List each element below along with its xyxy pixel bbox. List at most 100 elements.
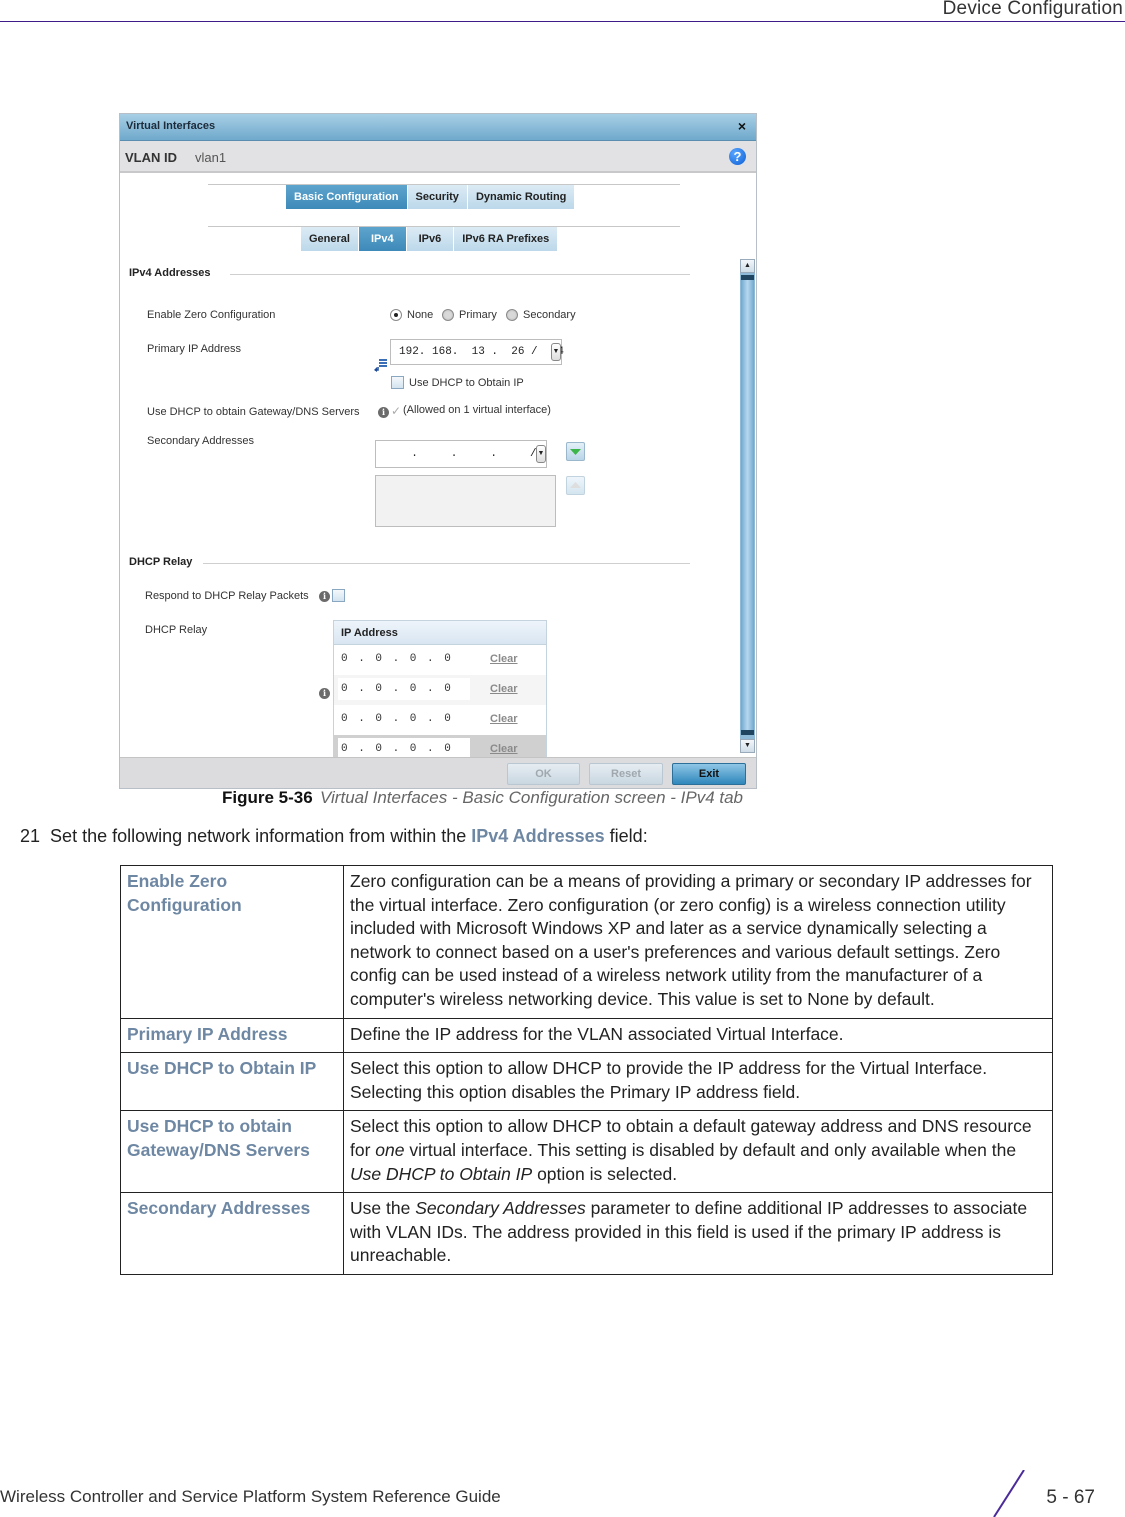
description-emphasis: Use DHCP to Obtain IP bbox=[350, 1163, 533, 1184]
page-header: Device Configuration bbox=[0, 0, 1125, 22]
parameter-name: Use DHCP to Obtain IP bbox=[120, 1052, 344, 1112]
exit-button[interactable]: Exit bbox=[672, 763, 746, 785]
radio-primary[interactable] bbox=[442, 309, 454, 321]
description-text: Use the bbox=[350, 1198, 416, 1219]
sub-tabs: General IPv4 IPv6 IPv6 RA Prefixes bbox=[301, 227, 559, 251]
guide-title: Wireless Controller and Service Platform… bbox=[0, 1487, 501, 1506]
tab-dynamic-routing[interactable]: Dynamic Routing bbox=[467, 185, 576, 209]
tab-ipv6-ra-prefixes[interactable]: IPv6 RA Prefixes bbox=[454, 227, 559, 251]
radio-secondary[interactable] bbox=[506, 309, 518, 321]
parameter-description: Define the IP address for the VLAN assoc… bbox=[343, 1017, 1053, 1054]
page-number: 5 - 67 bbox=[1046, 1487, 1095, 1508]
section-divider bbox=[203, 563, 690, 564]
description-emphasis: one bbox=[375, 1139, 405, 1160]
use-dhcp-label: Use DHCP to Obtain IP bbox=[409, 377, 524, 389]
scroll-down-icon[interactable]: ▼ bbox=[740, 739, 755, 753]
respond-relay-label: Respond to DHCP Relay Packets bbox=[145, 590, 309, 602]
green-down-arrow-icon bbox=[570, 449, 581, 455]
parameter-name: Secondary Addresses bbox=[120, 1192, 344, 1275]
vlan-bar: VLAN ID vlan1 ? bbox=[120, 141, 756, 173]
info-icon: i bbox=[319, 688, 330, 699]
clear-link[interactable]: Clear bbox=[490, 743, 518, 755]
tab-security[interactable]: Security bbox=[407, 185, 468, 209]
scrollbar-thumb[interactable] bbox=[741, 275, 754, 735]
use-dhcp-checkbox[interactable] bbox=[391, 376, 404, 389]
step-text: Set the following network information fr… bbox=[50, 826, 472, 846]
dhcp-relay-section-title: DHCP Relay bbox=[129, 556, 193, 568]
description-emphasis: Secondary Addresses bbox=[415, 1198, 586, 1219]
add-down-arrow-button[interactable] bbox=[566, 442, 585, 461]
table-row[interactable]: 0 . 0 . 0 . 0 Clear bbox=[334, 705, 546, 735]
respond-relay-checkbox[interactable] bbox=[332, 589, 345, 602]
ok-button[interactable]: OK bbox=[507, 763, 580, 785]
relay-ip-input[interactable]: 0 . 0 . 0 . 0 bbox=[338, 678, 470, 700]
relay-rows: 0 . 0 . 0 . 0 Clear 0 . 0 . 0 . 0 Clear … bbox=[334, 645, 546, 765]
radio-primary-label: Primary bbox=[459, 309, 497, 321]
remove-up-arrow-button[interactable] bbox=[566, 476, 585, 495]
vlan-id-value: vlan1 bbox=[195, 150, 227, 165]
dhcp-relay-label: DHCP Relay bbox=[145, 624, 208, 636]
tab-ipv4[interactable]: IPv4 bbox=[358, 227, 407, 251]
clear-link[interactable]: Clear bbox=[490, 683, 518, 695]
main-tabs: Basic Configuration Security Dynamic Rou… bbox=[286, 185, 576, 209]
clear-link[interactable]: Clear bbox=[490, 713, 518, 725]
list-insert-icon bbox=[374, 359, 387, 372]
gateway-dns-checkbox[interactable]: ✓ bbox=[391, 404, 401, 418]
gateway-dns-note: (Allowed on 1 virtual interface) bbox=[403, 404, 551, 416]
section-divider bbox=[230, 274, 690, 275]
tab-general[interactable]: General bbox=[301, 227, 359, 251]
table-row: Use DHCP to obtain Gateway/DNS Servers S… bbox=[120, 1110, 1053, 1194]
vlan-id-label: VLAN ID bbox=[125, 150, 177, 165]
info-icon: i bbox=[378, 407, 389, 418]
figure-number: Figure 5-36 bbox=[222, 788, 313, 807]
up-arrow-icon bbox=[570, 482, 581, 488]
zero-config-label: Enable Zero Configuration bbox=[147, 309, 276, 321]
parameter-name: Enable Zero Configuration bbox=[120, 865, 344, 1019]
table-row: Secondary Addresses Use the Secondary Ad… bbox=[120, 1192, 1053, 1275]
step-instruction: 21 Set the following network information… bbox=[20, 826, 648, 847]
relay-ip-input[interactable]: 0 . 0 . 0 . 0 bbox=[338, 648, 470, 670]
primary-ip-label: Primary IP Address bbox=[147, 343, 241, 355]
parameter-description: Select this option to allow DHCP to prov… bbox=[343, 1052, 1053, 1112]
parameter-description-table: Enable Zero Configuration Zero configura… bbox=[120, 865, 1053, 1275]
tab-ipv6[interactable]: IPv6 bbox=[406, 227, 455, 251]
footer-slash-decoration bbox=[993, 1470, 1025, 1517]
radio-secondary-label: Secondary bbox=[523, 309, 576, 321]
radio-none[interactable] bbox=[390, 309, 402, 321]
step-highlight: IPv4 Addresses bbox=[471, 826, 605, 846]
dhcp-relay-table: IP Address 0 . 0 . 0 . 0 Clear 0 . 0 . 0… bbox=[333, 620, 547, 766]
scroll-up-icon[interactable]: ▲ bbox=[740, 259, 755, 273]
reset-button[interactable]: Reset bbox=[589, 763, 663, 785]
chapter-title: Device Configuration bbox=[942, 0, 1123, 19]
chevron-down-icon[interactable]: ▼ bbox=[551, 343, 561, 361]
table-row[interactable]: 0 . 0 . 0 . 0 Clear bbox=[334, 675, 546, 705]
description-text: option is selected. bbox=[532, 1163, 678, 1184]
ipv4-section-title: IPv4 Addresses bbox=[129, 267, 211, 279]
info-icon: i bbox=[319, 591, 330, 602]
table-row[interactable]: 0 . 0 . 0 . 0 Clear bbox=[334, 645, 546, 675]
radio-none-label: None bbox=[407, 309, 434, 321]
dialog-titlebar: Virtual Interfaces × bbox=[120, 114, 756, 141]
clear-link[interactable]: Clear bbox=[490, 653, 518, 665]
tab-basic-configuration[interactable]: Basic Configuration bbox=[286, 185, 408, 209]
close-icon[interactable]: × bbox=[738, 118, 746, 134]
step-number: 21 bbox=[20, 826, 41, 846]
primary-ip-input[interactable]: 192. 168. 13 . 26 / 24 bbox=[390, 339, 564, 365]
table-header-ip-address: IP Address bbox=[334, 621, 546, 645]
secondary-addresses-list[interactable] bbox=[375, 475, 556, 527]
table-row: Enable Zero Configuration Zero configura… bbox=[120, 865, 1053, 1019]
dialog-title: Virtual Interfaces bbox=[126, 120, 216, 132]
virtual-interfaces-dialog: Virtual Interfaces × VLAN ID vlan1 ? Bas… bbox=[119, 113, 757, 789]
secondary-ip-input[interactable]: . . . / bbox=[375, 440, 547, 468]
help-icon[interactable]: ? bbox=[729, 148, 746, 165]
table-row: Primary IP Address Define the IP address… bbox=[120, 1017, 1053, 1054]
chevron-down-icon[interactable]: ▼ bbox=[536, 445, 546, 463]
page-footer: Wireless Controller and Service Platform… bbox=[0, 1470, 1125, 1517]
description-text: virtual interface. This setting is disab… bbox=[404, 1139, 1017, 1160]
relay-ip-input[interactable]: 0 . 0 . 0 . 0 bbox=[338, 708, 470, 730]
secondary-addresses-label: Secondary Addresses bbox=[147, 435, 255, 447]
vertical-scrollbar[interactable]: ▲ ▼ bbox=[740, 259, 755, 753]
gateway-dns-label: Use DHCP to obtain Gateway/DNS Servers bbox=[147, 406, 360, 418]
parameter-description: Use the Secondary Addresses parameter to… bbox=[343, 1192, 1053, 1275]
parameter-name: Use DHCP to obtain Gateway/DNS Servers bbox=[120, 1110, 344, 1194]
